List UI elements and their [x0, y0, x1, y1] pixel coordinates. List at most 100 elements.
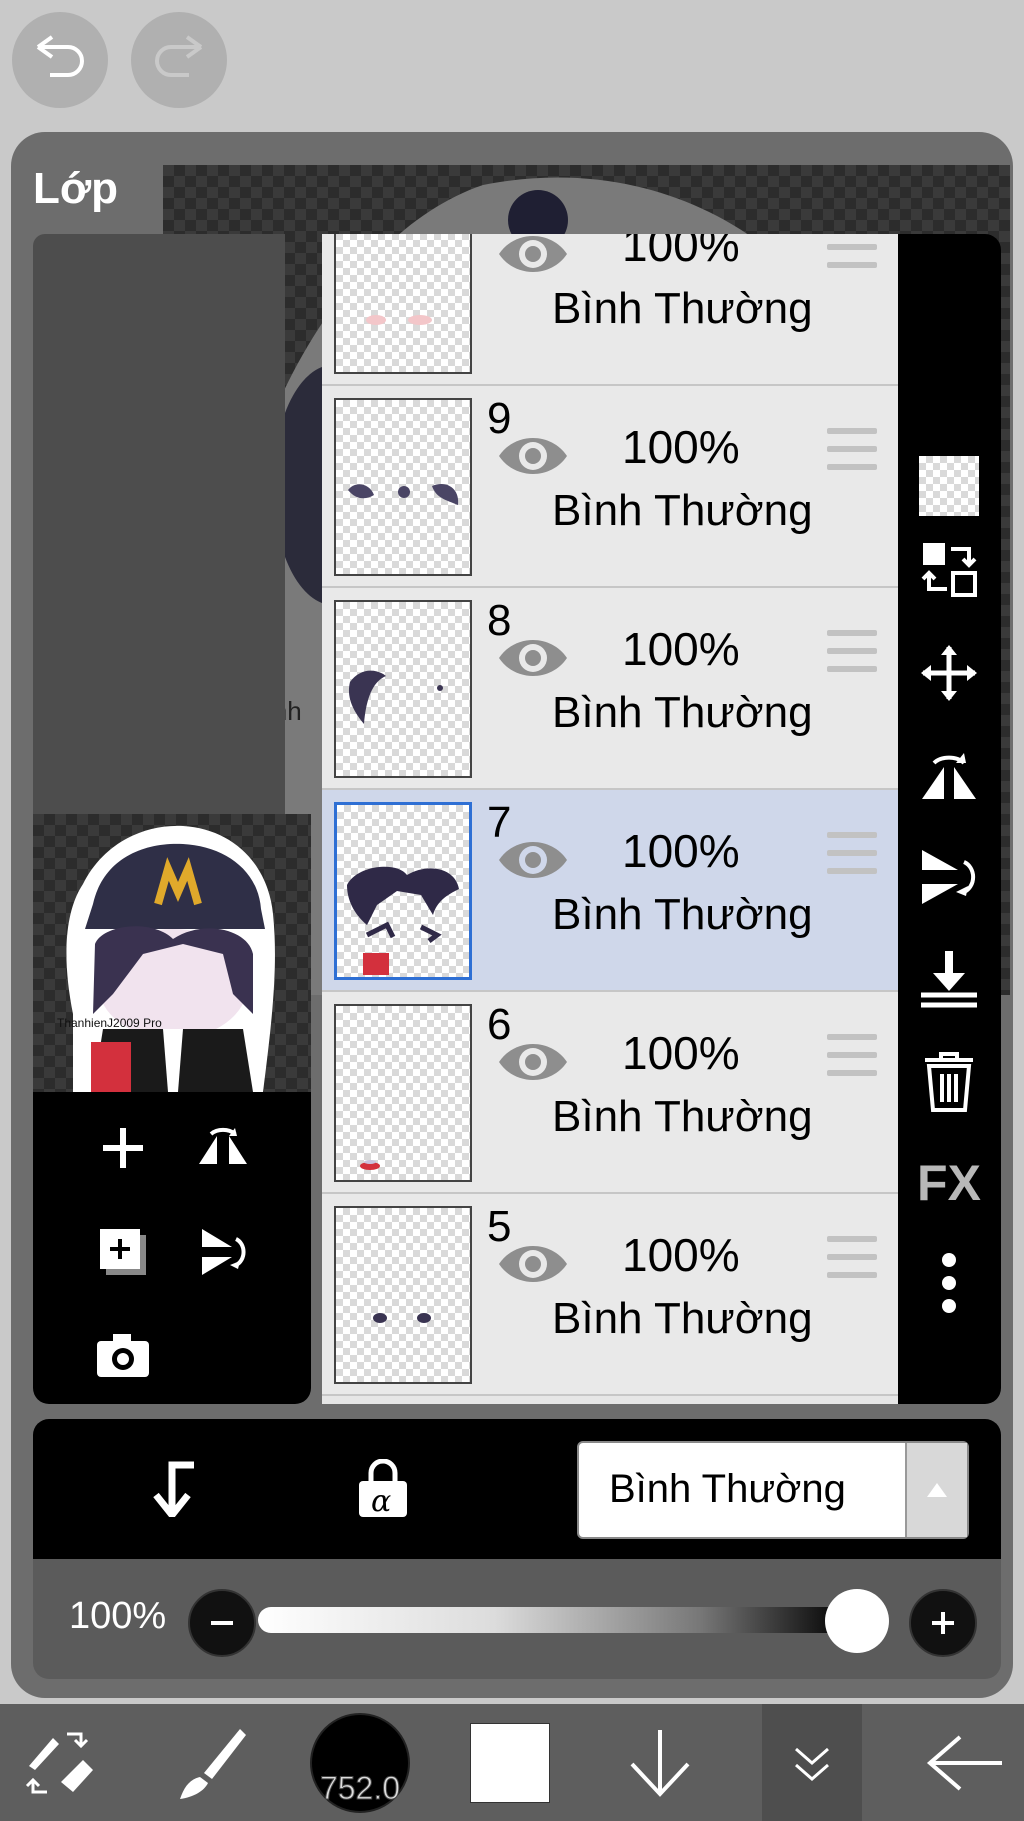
flip-horizontal-button[interactable]: [916, 742, 982, 808]
layer-blend-mode: Bình Thường: [552, 890, 813, 939]
undo-button[interactable]: [12, 12, 108, 108]
layer-opacity: 100%: [622, 825, 740, 877]
layer-row[interactable]: 8 100% Bình Thường: [322, 588, 900, 790]
layer-opacity: 100%: [622, 1229, 740, 1281]
drag-handle-icon[interactable]: [827, 1034, 877, 1080]
more-vertical-icon: [942, 1253, 956, 1313]
opacity-slider-knob[interactable]: [825, 1589, 889, 1653]
flip-vertical-button[interactable]: [916, 844, 982, 910]
flip-horizontal-icon: [922, 753, 976, 799]
brush-size-button[interactable]: 752.0: [300, 1704, 420, 1821]
layer-thumbnail: [334, 1206, 472, 1384]
transform-tool-button[interactable]: [0, 1704, 120, 1821]
layer-opacity: 100%: [622, 421, 740, 473]
character-preview: ThanhienJ2009 Pro: [57, 825, 275, 1092]
back-button[interactable]: [905, 1704, 1024, 1821]
alpha-lock-button[interactable]: α: [353, 1459, 413, 1519]
arrow-down-icon: [630, 1729, 690, 1797]
drag-handle-icon[interactable]: [827, 428, 877, 474]
more-options-button[interactable]: [916, 1250, 982, 1316]
color-picker-button[interactable]: [450, 1704, 570, 1821]
layer-thumbnail: [334, 600, 472, 778]
brush-size-indicator: 752.0: [310, 1712, 410, 1813]
brush-tool-button[interactable]: [150, 1704, 270, 1821]
layer-blend-mode: Bình Thường: [552, 284, 813, 333]
blend-mode-value: Bình Thường: [609, 1467, 846, 1511]
layer-row-selected[interactable]: 7 100% Bình Thường: [322, 790, 900, 992]
scroll-down-button[interactable]: [600, 1704, 720, 1821]
drag-handle-icon[interactable]: [827, 234, 877, 272]
drag-handle-icon[interactable]: [827, 1236, 877, 1282]
visibility-eye-icon[interactable]: [497, 1236, 569, 1292]
camera-icon: [97, 1334, 149, 1377]
camera-import-button[interactable]: [93, 1325, 153, 1385]
layer-row[interactable]: 5 100% Bình Thường: [322, 1194, 900, 1396]
double-chevron-down-icon: [795, 1747, 829, 1781]
flip-horizontal-icon: [199, 1127, 247, 1164]
flip-vertical-icon: [202, 1229, 246, 1275]
layer-thumbnail: [334, 398, 472, 576]
layer-opacity: 100%: [622, 1027, 740, 1079]
plus-icon: [103, 1128, 143, 1168]
opacity-decrease-button[interactable]: [188, 1589, 256, 1657]
plus-icon: [932, 1612, 954, 1634]
flip-layer-horizontal-button[interactable]: [193, 1118, 253, 1178]
clipping-button[interactable]: [143, 1459, 203, 1519]
swap-icon: [921, 543, 977, 597]
delete-layer-button[interactable]: [916, 1048, 982, 1114]
opacity-value-label: 100%: [69, 1595, 167, 1637]
visibility-eye-icon[interactable]: [497, 1034, 569, 1090]
blend-mode-select[interactable]: Bình Thường: [577, 1441, 969, 1539]
merge-down-button[interactable]: [916, 946, 982, 1012]
undo-arrow-icon: [36, 35, 84, 77]
add-layer-button[interactable]: [93, 1118, 153, 1178]
svg-text:α: α: [371, 1484, 391, 1519]
layer-list[interactable]: 10 100% Bình Thường 9 100% Bình Thường 8…: [322, 234, 900, 1404]
preview-watermark: ThanhienJ2009 Pro: [57, 1016, 162, 1030]
layer-panel: Lớp Thanh ThanhienJ2009 Pro: [11, 132, 1013, 1698]
layer-opacity: 100%: [622, 623, 740, 675]
main-toolbar: 752.0: [0, 1704, 1024, 1821]
visibility-eye-icon[interactable]: [497, 832, 569, 888]
redo-arrow-icon: [155, 35, 203, 77]
brush-size-value: 752.0: [319, 1769, 401, 1806]
fx-button[interactable]: FX: [916, 1150, 982, 1216]
clip-arrow-icon: [153, 1461, 194, 1517]
visibility-eye-icon[interactable]: [497, 630, 569, 686]
move-layer-button[interactable]: [916, 640, 982, 706]
layer-row[interactable]: 6 100% Bình Thường: [322, 992, 900, 1194]
layer-properties-bar: α Bình Thường: [33, 1419, 1001, 1559]
layer-blend-mode: Bình Thường: [552, 1294, 813, 1343]
dropdown-arrow-icon[interactable]: [905, 1443, 967, 1537]
layer-opacity: 100%: [622, 234, 740, 271]
current-color-swatch: [470, 1722, 550, 1803]
opacity-increase-button[interactable]: [909, 1589, 977, 1657]
flip-layer-vertical-button[interactable]: [193, 1222, 253, 1282]
transparency-checker-icon[interactable]: [919, 456, 979, 516]
swap-layers-button[interactable]: [916, 536, 982, 602]
visibility-eye-icon[interactable]: [497, 234, 569, 282]
alpha-lock-icon: α: [359, 1459, 407, 1519]
brush-icon: [180, 1728, 246, 1799]
layer-blend-mode: Bình Thường: [552, 486, 813, 535]
layer-row[interactable]: 9 100% Bình Thường: [322, 386, 900, 588]
drag-handle-icon[interactable]: [827, 832, 877, 878]
canvas-preview-thumbnail[interactable]: ThanhienJ2009 Pro: [33, 814, 311, 1092]
trash-icon: [925, 1052, 973, 1112]
redo-button[interactable]: [131, 12, 227, 108]
opacity-control: 100%: [33, 1559, 1001, 1679]
move-arrows-icon: [921, 645, 977, 701]
arrow-left-icon: [926, 1734, 1002, 1791]
add-copy-icon: [100, 1229, 146, 1275]
duplicate-layer-button[interactable]: [93, 1222, 153, 1282]
panel-title: Lớp: [33, 164, 119, 213]
opacity-slider-track[interactable]: [258, 1607, 848, 1633]
visibility-eye-icon[interactable]: [497, 428, 569, 484]
layer-row[interactable]: 10 100% Bình Thường: [322, 234, 900, 386]
drag-handle-icon[interactable]: [827, 630, 877, 676]
layers-toggle-button[interactable]: [762, 1704, 862, 1821]
layer-blend-mode: Bình Thường: [552, 688, 813, 737]
layer-tools: [33, 1092, 311, 1404]
preview-background: [33, 234, 285, 814]
merge-down-icon: [921, 951, 977, 1008]
